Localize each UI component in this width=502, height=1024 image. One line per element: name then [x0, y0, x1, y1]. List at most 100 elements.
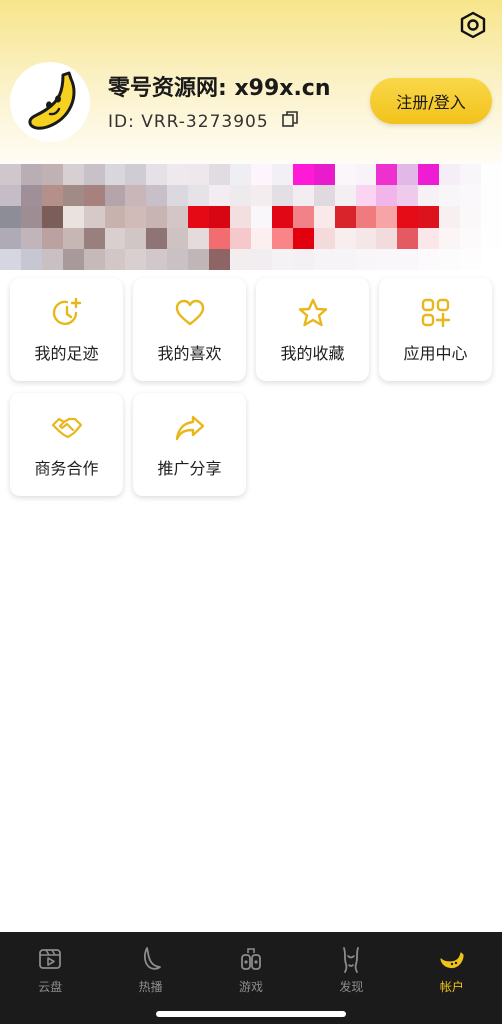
history-label: 我的足迹: [34, 343, 99, 363]
tab-account[interactable]: 帐户: [402, 932, 502, 1024]
banner-pixel: [146, 164, 168, 186]
banner-pixel: [0, 185, 21, 207]
copy-id-button[interactable]: [281, 110, 299, 133]
banner-pixel: [355, 227, 377, 249]
game-controller-icon: [241, 948, 261, 970]
banner-pixel: [397, 185, 419, 207]
site-title: 零号资源网: x99x.cn: [108, 76, 331, 101]
banner-pixel: [62, 206, 84, 228]
banner-pixel: [439, 206, 461, 228]
banner-pixel: [355, 185, 377, 207]
banner-pixel: [334, 185, 356, 207]
likes-card[interactable]: 我的喜欢: [133, 278, 246, 381]
banner-pixel: [83, 185, 105, 207]
banner-pixel: [20, 206, 42, 228]
banner-pixel: [125, 248, 147, 270]
banner-pixel: [376, 227, 398, 249]
banner-pixel: [376, 206, 398, 228]
banner-pixel: [188, 185, 210, 207]
tab-cloud-drive[interactable]: 云盘: [0, 932, 100, 1024]
banner-pixel: [397, 164, 419, 186]
banner-pixel: [439, 248, 461, 270]
banner-pixel: [292, 206, 314, 228]
share-card[interactable]: 推广分享: [133, 393, 246, 496]
banner-pixel: [439, 164, 461, 186]
favorites-card[interactable]: 我的收藏: [256, 278, 369, 381]
banner-pixel: [146, 248, 168, 270]
banner-pixel: [355, 206, 377, 228]
pixelated-banner[interactable]: [0, 164, 502, 270]
banner-pixel: [104, 206, 126, 228]
banner-pixel: [83, 227, 105, 249]
tab-account-label: 帐户: [439, 980, 464, 994]
banner-pixel: [397, 248, 419, 270]
flame-leaf-icon: [143, 947, 161, 970]
banner-pixel: [104, 164, 126, 186]
banner-pixel: [104, 227, 126, 249]
tab-hot-label: 热播: [138, 980, 163, 994]
banner-pixel: [0, 164, 21, 186]
history-clock-icon: [52, 297, 81, 325]
banner-pixel: [355, 248, 377, 270]
star-icon: [298, 298, 327, 326]
banner-pixel: [397, 227, 419, 249]
banner-pixel: [481, 185, 502, 207]
banner-pixel: [209, 164, 231, 186]
banner-pixel: [167, 164, 189, 186]
banner-pixel: [230, 248, 251, 270]
banner-pixel: [313, 227, 335, 249]
banner-pixel: [0, 206, 21, 228]
banner-pixel: [41, 227, 63, 249]
business-card[interactable]: 商务合作: [10, 393, 123, 496]
banner-pixel: [62, 227, 84, 249]
banner-pixel: [83, 206, 105, 228]
banner-pixel: [481, 248, 502, 270]
banner-pixel: [460, 185, 482, 207]
app-grid-plus-icon: [421, 298, 450, 327]
banner-pixel: [313, 185, 335, 207]
banner-pixel: [376, 164, 398, 186]
banner-pixel: [41, 185, 63, 207]
banner-pixel: [439, 185, 461, 207]
banner-pixel: [376, 185, 398, 207]
register-login-button[interactable]: 注册/登入: [370, 78, 492, 124]
history-card[interactable]: 我的足迹: [10, 278, 123, 381]
settings-button[interactable]: [458, 10, 488, 40]
banner-pixel: [376, 248, 398, 270]
tab-cloud-drive-label: 云盘: [38, 980, 63, 994]
banana-account-icon: [440, 952, 464, 969]
banner-pixel: [209, 185, 231, 207]
banner-pixel: [0, 227, 21, 249]
banner-pixel: [230, 227, 251, 249]
app-center-card[interactable]: 应用中心: [379, 278, 492, 381]
banner-pixel: [292, 185, 314, 207]
banner-pixel: [62, 185, 84, 207]
banner-pixel: [20, 248, 42, 270]
hexagon-gear-icon: [460, 11, 486, 39]
banner-pixel: [418, 185, 440, 207]
banner-pixel: [481, 164, 502, 186]
banner-pixel: [167, 185, 189, 207]
banner-pixel: [209, 248, 231, 270]
banner-pixel: [334, 164, 356, 186]
banner-pixel: [83, 164, 105, 186]
likes-label: 我的喜欢: [157, 343, 222, 363]
avatar[interactable]: [10, 62, 90, 142]
banner-pixel: [355, 164, 377, 186]
banner-pixel: [334, 206, 356, 228]
banner-pixel: [41, 164, 63, 186]
banner-pixel: [271, 206, 293, 228]
banner-pixel: [20, 227, 42, 249]
banner-pixel: [250, 185, 272, 207]
banner-pixel: [460, 227, 482, 249]
banner-pixel: [418, 164, 440, 186]
banner-pixel: [460, 164, 482, 186]
banner-pixel: [334, 248, 356, 270]
banana-icon: [28, 71, 76, 130]
feature-grid: 我的足迹 我的喜欢 我的收藏 应用中心 商务合作 推广分享: [10, 278, 492, 496]
share-arrow-icon: [175, 415, 204, 440]
banner-pixel: [188, 206, 210, 228]
banner-pixel: [271, 227, 293, 249]
banner-pixel: [62, 164, 84, 186]
banner-pixel: [20, 164, 42, 186]
